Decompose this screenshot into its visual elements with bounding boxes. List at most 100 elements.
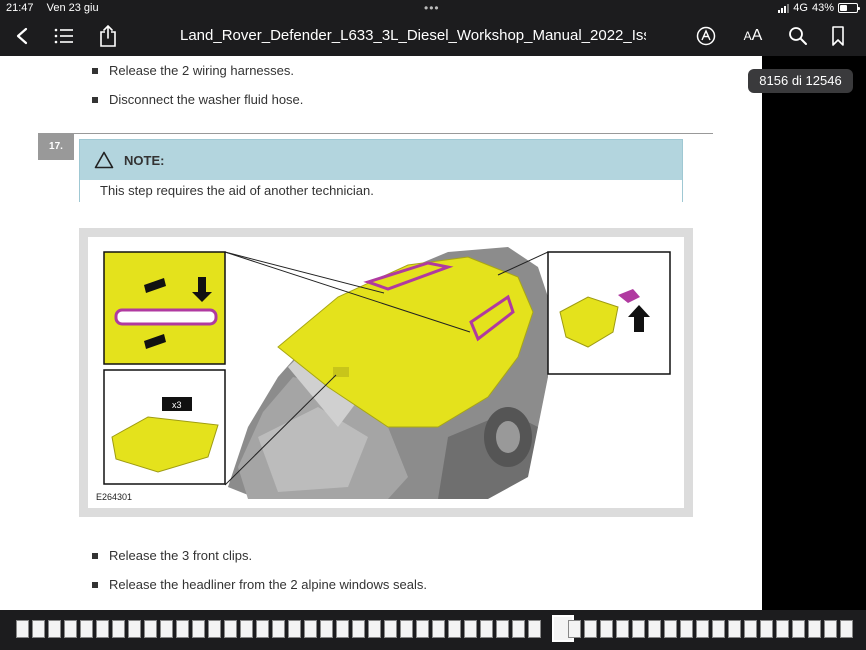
bullet-icon: [92, 581, 98, 588]
page-thumbnail[interactable]: [352, 620, 365, 638]
page-thumbnail[interactable]: [680, 620, 693, 638]
page-thumbnail[interactable]: [144, 620, 157, 638]
note-text: This step requires the aid of another te…: [80, 180, 682, 202]
status-time: 21:47: [6, 2, 34, 14]
page-thumbnail[interactable]: [744, 620, 757, 638]
page-thumbnail[interactable]: [384, 620, 397, 638]
page-thumbnail[interactable]: [112, 620, 125, 638]
page-thumbnail-strip[interactable]: [0, 610, 866, 650]
vehicle-headliner-illustration: x3: [103, 247, 671, 499]
page-thumbnail[interactable]: [792, 620, 805, 638]
bullet-text: Disconnect the washer fluid hose.: [109, 92, 304, 107]
bullet-icon: [92, 552, 98, 559]
page-thumbnail[interactable]: [464, 620, 477, 638]
markup-icon[interactable]: [694, 24, 718, 48]
step-number: 17.: [38, 134, 74, 160]
status-bar: 21:47 Ven 23 giu ••• 4G 43%: [0, 0, 866, 16]
page-thumbnail[interactable]: [240, 620, 253, 638]
bookmark-icon[interactable]: [826, 24, 850, 48]
page-thumbnail[interactable]: [320, 620, 333, 638]
page-thumbnail[interactable]: [128, 620, 141, 638]
page-thumbnail[interactable]: [400, 620, 413, 638]
page-thumbnail[interactable]: [48, 620, 61, 638]
bullet-icon: [92, 96, 98, 103]
page-thumbnail[interactable]: [512, 620, 525, 638]
page-thumbnail[interactable]: [824, 620, 837, 638]
status-date: Ven 23 giu: [46, 2, 99, 14]
note-label: NOTE:: [124, 152, 165, 168]
pdf-reader-screen: 21:47 Ven 23 giu ••• 4G 43% Land_Rover_D…: [0, 0, 866, 650]
page-thumbnail[interactable]: [288, 620, 301, 638]
side-margin: [762, 56, 866, 610]
status-time-date: 21:47 Ven 23 giu: [6, 2, 109, 14]
page-thumbnail[interactable]: [16, 620, 29, 638]
page-thumbnail[interactable]: [336, 620, 349, 638]
page-thumbnail[interactable]: [808, 620, 821, 638]
page-thumbnail[interactable]: [448, 620, 461, 638]
page-thumbnail[interactable]: [272, 620, 285, 638]
page-thumbnail[interactable]: [416, 620, 429, 638]
page-thumbnail[interactable]: [840, 620, 853, 638]
page-thumbnail[interactable]: [600, 620, 613, 638]
share-icon[interactable]: [96, 24, 120, 48]
inset-alpine-window-seal: [547, 251, 671, 375]
bullet-text: Release the 2 wiring harnesses.: [109, 63, 294, 78]
battery-icon: [838, 3, 860, 13]
callout-multiplier: x3: [172, 400, 182, 410]
search-icon[interactable]: [786, 24, 810, 48]
step-divider: [38, 133, 713, 134]
bullet-text: Release the 3 front clips.: [109, 548, 253, 563]
page-thumbnail[interactable]: [632, 620, 645, 638]
page-thumbnail[interactable]: [616, 620, 629, 638]
page-thumbnail[interactable]: [160, 620, 173, 638]
battery-fill: [840, 5, 847, 11]
signal-icon: [778, 3, 790, 13]
page-thumbnail[interactable]: [712, 620, 725, 638]
page-thumbnail[interactable]: [224, 620, 237, 638]
page-thumbnail[interactable]: [696, 620, 709, 638]
page-thumbnail[interactable]: [256, 620, 269, 638]
page-thumbnail[interactable]: [96, 620, 109, 638]
bullet-icon: [92, 67, 98, 74]
page-thumbnail[interactable]: [568, 620, 581, 638]
bullet-text: Release the headliner from the 2 alpine …: [109, 577, 427, 592]
toolbar: Land_Rover_Defender_L633_3L_Diesel_Works…: [0, 16, 866, 56]
page-thumbnail[interactable]: [432, 620, 445, 638]
page-thumbnail[interactable]: [648, 620, 661, 638]
document-title: Land_Rover_Defender_L633_3L_Diesel_Works…: [180, 27, 646, 44]
warning-triangle-icon: [94, 151, 114, 169]
pdf-page[interactable]: Release the 2 wiring harnesses. Disconne…: [0, 56, 762, 610]
page-thumbnail[interactable]: [192, 620, 205, 638]
page-thumbnail[interactable]: [64, 620, 77, 638]
page-thumbnail[interactable]: [728, 620, 741, 638]
back-icon[interactable]: [10, 24, 34, 48]
list-item: Release the headliner from the 2 alpine …: [92, 577, 427, 592]
page-thumbnail[interactable]: [208, 620, 221, 638]
page-thumbnail[interactable]: [32, 620, 45, 638]
page-thumbnail[interactable]: [304, 620, 317, 638]
page-thumbnail[interactable]: [528, 620, 541, 638]
multitasking-dots-icon[interactable]: •••: [424, 1, 440, 15]
network-label: 4G: [793, 2, 808, 14]
text-size-big-label: A: [751, 27, 763, 44]
page-thumbnail[interactable]: [760, 620, 773, 638]
page-thumbnail[interactable]: [776, 620, 789, 638]
page-thumbnail[interactable]: [480, 620, 493, 638]
inset-front-clips: x3: [103, 369, 226, 485]
page-thumbnail[interactable]: [584, 620, 597, 638]
figure-id: E264301: [96, 492, 133, 502]
note-header: NOTE:: [80, 140, 682, 180]
page-thumbnail[interactable]: [664, 620, 677, 638]
page-thumbnail[interactable]: [176, 620, 189, 638]
page-thumbnail[interactable]: [496, 620, 509, 638]
list-icon[interactable]: [52, 24, 76, 48]
page-counter: 8156 di 12546: [748, 69, 853, 93]
page-thumbnail[interactable]: [368, 620, 381, 638]
status-indicators: 4G 43%: [778, 2, 860, 14]
page-thumbnail[interactable]: [80, 620, 93, 638]
inset-clip-detail: [103, 251, 226, 365]
list-item: Release the 3 front clips.: [92, 548, 252, 563]
text-size-icon[interactable]: AA: [740, 24, 766, 48]
note-box: NOTE: This step requires the aid of anot…: [79, 139, 683, 202]
figure-frame: x3 E264301: [79, 228, 693, 517]
